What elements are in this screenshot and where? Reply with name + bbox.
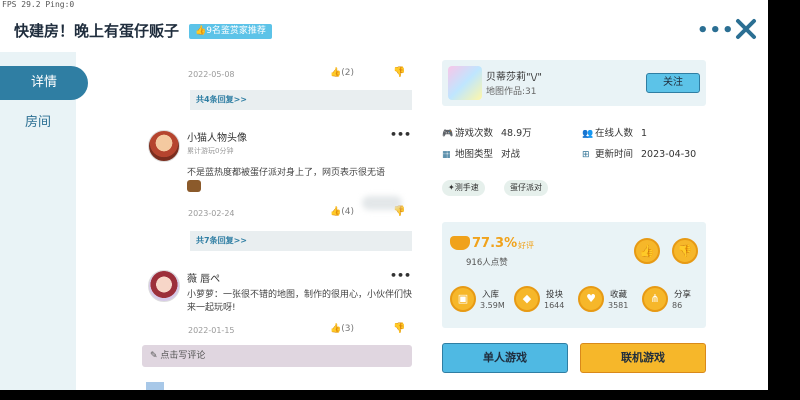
tab-details[interactable]: 详情	[0, 66, 88, 100]
stat-label: 地图类型	[455, 149, 494, 160]
plus-icon: ⊞	[582, 150, 590, 160]
stat-label: 游戏次数	[455, 128, 494, 139]
author-card: 贝蒂莎莉"\/" 地图作品:31 关注	[442, 60, 706, 106]
author-works: 地图作品:31	[486, 87, 537, 97]
write-comment-label: 点击写评论	[160, 351, 206, 361]
blur-artifact	[362, 196, 402, 210]
comment-more-button[interactable]: •••	[390, 128, 411, 141]
stat-value: 2023-04-30	[641, 149, 697, 160]
like-count: (2)	[341, 68, 354, 78]
stat-online: 👥 在线人数 1	[582, 125, 647, 139]
emoji-icon	[187, 180, 201, 192]
fox-icon	[450, 236, 470, 250]
single-player-button[interactable]: 单人游戏	[442, 343, 568, 373]
stat-value: 1	[641, 128, 648, 139]
comment-username[interactable]: 薇 唇ぺ	[187, 270, 220, 285]
tag-eggy[interactable]: 蛋仔派对	[504, 180, 548, 196]
write-comment-button[interactable]: ✎ 点击写评论	[142, 345, 412, 367]
tag-speed[interactable]: ✦测手速	[442, 180, 485, 196]
action-value: 3581	[608, 301, 629, 310]
avatar[interactable]	[148, 130, 180, 162]
cube-icon: ◆	[514, 286, 540, 312]
multiplayer-button[interactable]: 联机游戏	[580, 343, 706, 373]
tag-icon: ✦	[448, 183, 455, 192]
grid-icon: ▦	[442, 150, 451, 160]
like-button[interactable]: 👍(2)	[330, 68, 354, 78]
small-badge	[146, 382, 164, 390]
thumb-down-icon[interactable]: 👎	[393, 67, 405, 78]
stat-label: 更新时间	[595, 149, 634, 160]
action-label: 投块	[546, 290, 564, 300]
thumb-up-icon[interactable]: 👍	[634, 238, 660, 264]
play-time: 累计游玩0分钟	[187, 147, 234, 155]
sidebar: 详情 房间	[0, 52, 88, 390]
thumb-up-icon: 👍	[330, 68, 342, 78]
stat-updated: ⊞ 更新时间 2023-04-30	[582, 146, 696, 160]
box-icon: ▣	[450, 286, 476, 312]
comment-date: 2023-02-24	[188, 209, 235, 218]
avatar[interactable]	[148, 270, 180, 302]
stat-label: 在线人数	[595, 128, 634, 139]
people-icon: 👥	[582, 129, 594, 139]
thumb-down-icon[interactable]: 👎	[672, 238, 698, 264]
stat-type: ▦ 地图类型 对战	[442, 146, 520, 160]
replies-link[interactable]: 共4条回复>>	[190, 90, 412, 110]
rating-card: 77.3% 好评 916人点赞 👍 👎 ▣ 入库 3.59M ◆ 投块 1644…	[442, 222, 706, 328]
action-label: 收藏	[610, 290, 628, 300]
action-value: 1644	[544, 301, 565, 310]
tab-rooms[interactable]: 房间	[0, 106, 76, 140]
like-count: (3)	[341, 324, 354, 334]
like-total: 916人点赞	[466, 258, 508, 268]
comment-text: 不是蓝热度都被蛋仔派对身上了，网页表示很无语	[187, 167, 412, 194]
page-title: 快建房！晚上有蛋仔贩子	[14, 22, 180, 40]
stat-value: 对战	[501, 149, 521, 160]
action-value: 86	[672, 301, 683, 310]
rating-percent: 77.3%	[472, 236, 518, 251]
action-label: 分享	[674, 290, 692, 300]
tag-label: 测手速	[454, 183, 479, 192]
thumb-up-icon: 👍	[330, 207, 342, 217]
thumb-up-icon: 👍	[330, 324, 342, 334]
header: 快建房！晚上有蛋仔贩子 👍9名鉴赏家推荐 •••	[0, 10, 768, 52]
like-button[interactable]: 👍(3)	[330, 324, 354, 334]
replies-link[interactable]: 共7条回复>>	[190, 231, 412, 251]
edit-icon: ✎	[150, 351, 161, 361]
recommend-badge[interactable]: 👍9名鉴赏家推荐	[189, 24, 272, 39]
comment-date: 2022-05-08	[188, 70, 235, 79]
like-count: (4)	[341, 207, 354, 217]
stat-value: 48.9万	[501, 128, 532, 139]
action-value: 3.59M	[480, 301, 505, 310]
comment-list: 2022-05-08 👍(2) 👎 共4条回复>> 小猫人物头像 累计游玩0分钟…	[120, 52, 420, 390]
gamepad-icon: 🎮	[442, 129, 454, 139]
comment-more-button[interactable]: •••	[390, 269, 411, 282]
follow-button[interactable]: 关注	[646, 73, 700, 93]
more-button[interactable]: •••	[697, 20, 735, 41]
close-icon[interactable]	[734, 17, 758, 41]
comment-username[interactable]: 小猫人物头像	[187, 129, 247, 144]
rating-label: 好评	[518, 241, 534, 250]
comment-text: 小萝萝：一张很不错的地图，制作的很用心，小伙伴们快来一起玩呀!	[187, 290, 413, 313]
comment-date: 2022-01-15	[188, 326, 235, 335]
like-button[interactable]: 👍(4)	[330, 207, 354, 217]
heart-icon: ♥	[578, 286, 604, 312]
fps-readout: FPS 29.2 Ping:0	[2, 0, 75, 9]
author-name[interactable]: 贝蒂莎莉"\/"	[486, 68, 542, 83]
share-icon: ⋔	[642, 286, 668, 312]
stat-plays: 🎮 游戏次数 48.9万	[442, 125, 532, 139]
app-window: FPS 29.2 Ping:0 快建房！晚上有蛋仔贩子 👍9名鉴赏家推荐 •••…	[0, 0, 768, 390]
thumb-down-icon[interactable]: 👎	[393, 323, 405, 334]
author-avatar[interactable]	[448, 66, 482, 100]
action-label: 入库	[482, 290, 500, 300]
